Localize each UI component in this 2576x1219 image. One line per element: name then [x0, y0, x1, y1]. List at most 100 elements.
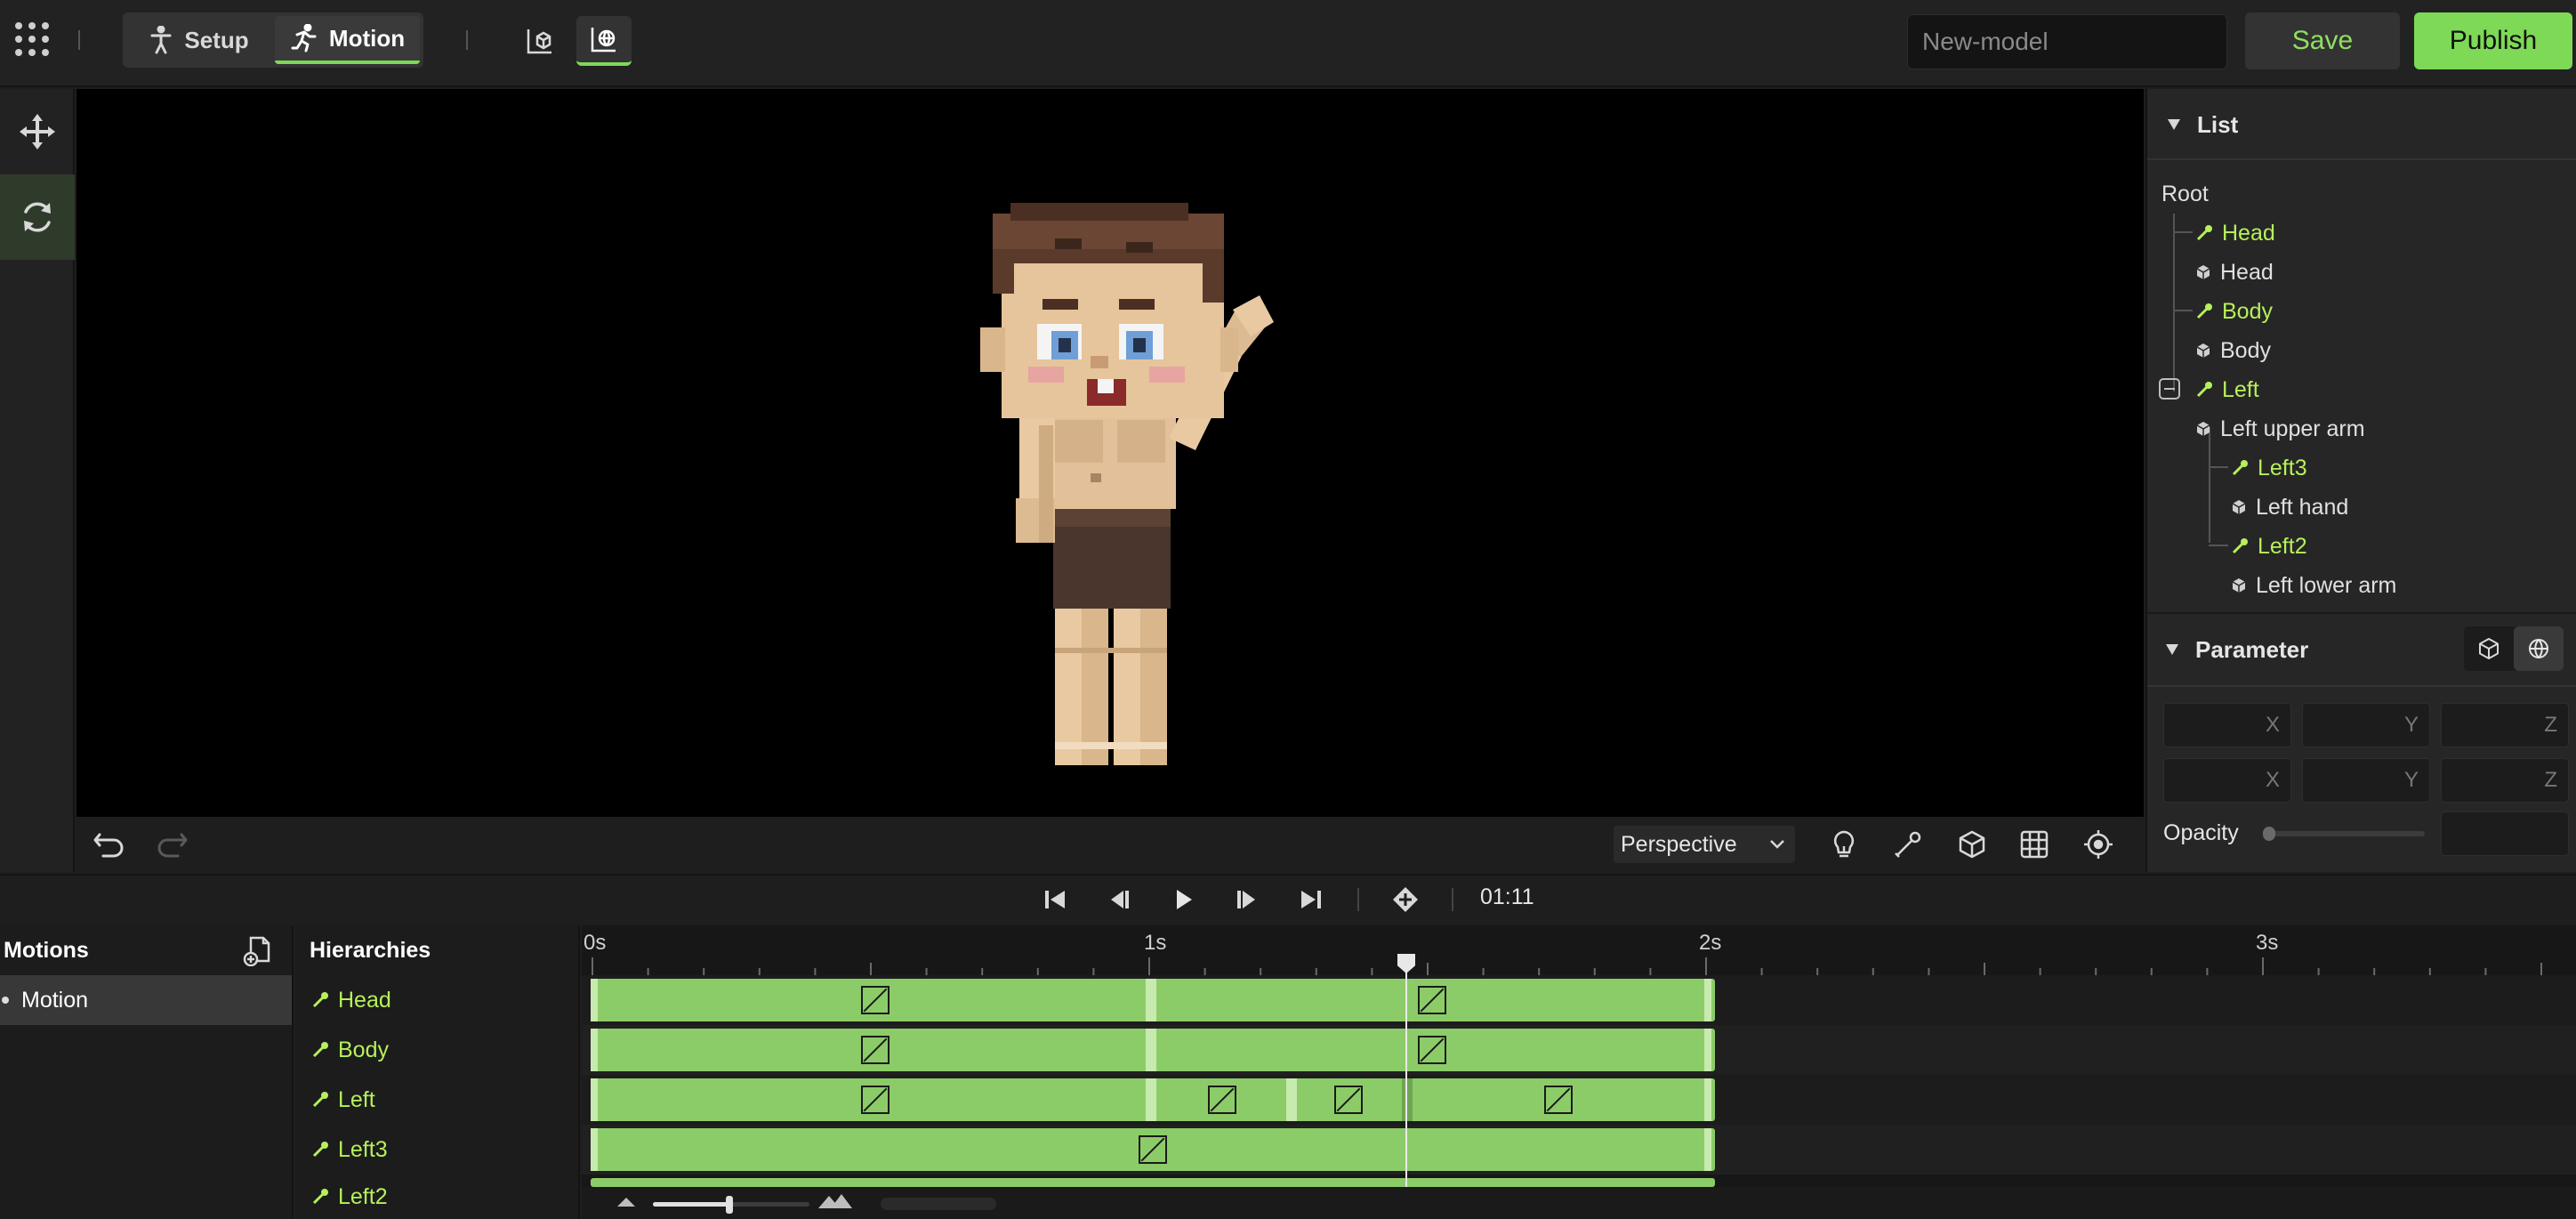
hierarchy-row-left2[interactable]: Left2: [295, 1175, 580, 1219]
transport-divider: [1452, 888, 1453, 911]
move-arrows-icon: [18, 112, 57, 151]
bone-icon: [2195, 303, 2213, 320]
globe-chart-icon: [589, 24, 619, 54]
3d-viewport[interactable]: [76, 89, 2144, 817]
bone-icon: [2231, 459, 2249, 477]
tree-item-body-bone[interactable]: Body: [2195, 294, 2273, 329]
tree-item-body-mesh[interactable]: Body: [2195, 333, 2271, 368]
redo-icon[interactable]: [155, 826, 190, 861]
keyframe-marker[interactable]: [1208, 1086, 1236, 1114]
section-divider: [2147, 685, 2576, 687]
keyframe-marker[interactable]: [1418, 986, 1446, 1014]
hierarchy-row-left[interactable]: Left: [295, 1075, 580, 1125]
setup-mode-label: Setup: [184, 26, 249, 53]
transport-divider: [1357, 888, 1359, 911]
skip-to-start-button[interactable]: [1035, 881, 1075, 918]
motion-mode-button[interactable]: Motion: [275, 16, 420, 64]
zoom-out-icon[interactable]: [616, 1194, 637, 1208]
rotate-tool-button[interactable]: [0, 174, 75, 260]
ruler-label-2s: 2s: [1699, 931, 1722, 955]
keyframe-marker[interactable]: [861, 1086, 890, 1114]
list-section-header[interactable]: List: [2147, 89, 2576, 160]
previous-frame-button[interactable]: [1099, 881, 1139, 918]
skip-to-end-button[interactable]: [1292, 881, 1331, 918]
collapse-icon[interactable]: [2158, 377, 2181, 400]
tree-item-left-upper-arm[interactable]: Left upper arm: [2195, 411, 2365, 447]
model-name-input[interactable]: [1907, 14, 2227, 69]
tool-strip: [0, 89, 75, 872]
local-view-button[interactable]: [512, 16, 568, 66]
zoom-slider-fill: [653, 1202, 733, 1207]
position-z-field[interactable]: Z: [2441, 703, 2569, 747]
motion-list-item[interactable]: Motion: [0, 975, 292, 1025]
undo-icon[interactable]: [91, 826, 126, 861]
grid-icon[interactable]: [2016, 826, 2053, 863]
hierarchy-row-left3[interactable]: Left3: [295, 1125, 580, 1175]
clip-segment-marker: [591, 979, 598, 1021]
slider-thumb[interactable]: [2263, 827, 2275, 841]
keyframe-marker[interactable]: [1139, 1135, 1167, 1164]
zoom-slider[interactable]: [653, 1196, 809, 1214]
publish-button[interactable]: Publish: [2414, 12, 2572, 69]
rotation-x-field[interactable]: X: [2163, 758, 2291, 803]
playhead-line[interactable]: [1405, 957, 1407, 1219]
camera-projection-select[interactable]: Perspective: [1614, 826, 1795, 863]
cube-icon[interactable]: [1953, 826, 1991, 863]
apps-grid-icon[interactable]: [14, 21, 50, 57]
tree-item-left-hand[interactable]: Left hand: [2231, 489, 2348, 525]
ruler-label-0s: 0s: [584, 931, 607, 955]
hierarchy-row-body[interactable]: Body: [295, 1025, 580, 1075]
keyframe-marker[interactable]: [1334, 1086, 1363, 1114]
next-frame-button[interactable]: [1228, 881, 1267, 918]
tree-item-head-bone[interactable]: Head: [2195, 215, 2275, 251]
opacity-slider[interactable]: [2263, 827, 2425, 841]
hierarchy-row-label: Left3: [338, 1136, 388, 1162]
toolbar-divider: [78, 30, 80, 50]
keyframe-marker[interactable]: [1418, 1036, 1446, 1064]
tree-root[interactable]: Root: [2161, 176, 2209, 212]
hierarchy-row-head[interactable]: Head: [295, 975, 580, 1025]
zoom-slider-thumb[interactable]: [726, 1196, 733, 1214]
tree-item-label: Left3: [2258, 455, 2307, 480]
mesh-cube-icon: [2231, 577, 2247, 593]
rotation-z-field[interactable]: Z: [2441, 758, 2569, 803]
keyframe-marker[interactable]: [1544, 1086, 1573, 1114]
tree-item-left-bone[interactable]: Left: [2195, 372, 2259, 408]
mesh-cube-icon: [2195, 421, 2211, 437]
save-button[interactable]: Save: [2245, 12, 2400, 69]
position-y-field[interactable]: Y: [2302, 703, 2430, 747]
tree-item-left-lower-arm[interactable]: Left lower arm: [2231, 568, 2396, 603]
add-motion-icon[interactable]: [242, 934, 274, 966]
axis-x-label: X: [2265, 713, 2280, 737]
tree-item-label: Left upper arm: [2220, 416, 2365, 441]
bone-icon: [2195, 381, 2213, 399]
move-tool-button[interactable]: [0, 89, 75, 174]
tree-item-left2-bone[interactable]: Left2: [2231, 529, 2307, 564]
timeline-ruler[interactable]: [582, 957, 2576, 975]
opacity-field[interactable]: [2441, 811, 2569, 856]
setup-mode-button[interactable]: Setup: [126, 16, 271, 64]
world-space-button[interactable]: [2514, 626, 2564, 671]
crosshair-icon[interactable]: [2080, 826, 2117, 863]
step-forward-icon: [1234, 886, 1260, 913]
tree-item-head-mesh[interactable]: Head: [2195, 254, 2274, 290]
motions-title: Motions: [4, 938, 89, 963]
rotation-y-field[interactable]: Y: [2302, 758, 2430, 803]
keyframe-marker[interactable]: [861, 1036, 890, 1064]
local-space-button[interactable]: [2464, 626, 2514, 671]
world-view-button[interactable]: [576, 16, 632, 66]
play-button[interactable]: [1163, 881, 1203, 918]
keyframe-marker[interactable]: [861, 986, 890, 1014]
bone-pen-icon[interactable]: [1889, 826, 1927, 863]
timeline-scrollbar[interactable]: [881, 1198, 996, 1210]
list-title: List: [2197, 110, 2239, 138]
animation-clip[interactable]: [591, 1178, 1715, 1187]
hierarchy-row-label: Body: [338, 1037, 389, 1062]
position-x-field[interactable]: X: [2163, 703, 2291, 747]
transport-bar: [0, 874, 2576, 925]
person-running-icon: [290, 24, 318, 52]
zoom-in-icon[interactable]: [817, 1192, 852, 1210]
lightbulb-icon[interactable]: [1825, 826, 1863, 863]
add-keyframe-button[interactable]: [1386, 881, 1425, 918]
tree-item-left3-bone[interactable]: Left3: [2231, 450, 2307, 486]
